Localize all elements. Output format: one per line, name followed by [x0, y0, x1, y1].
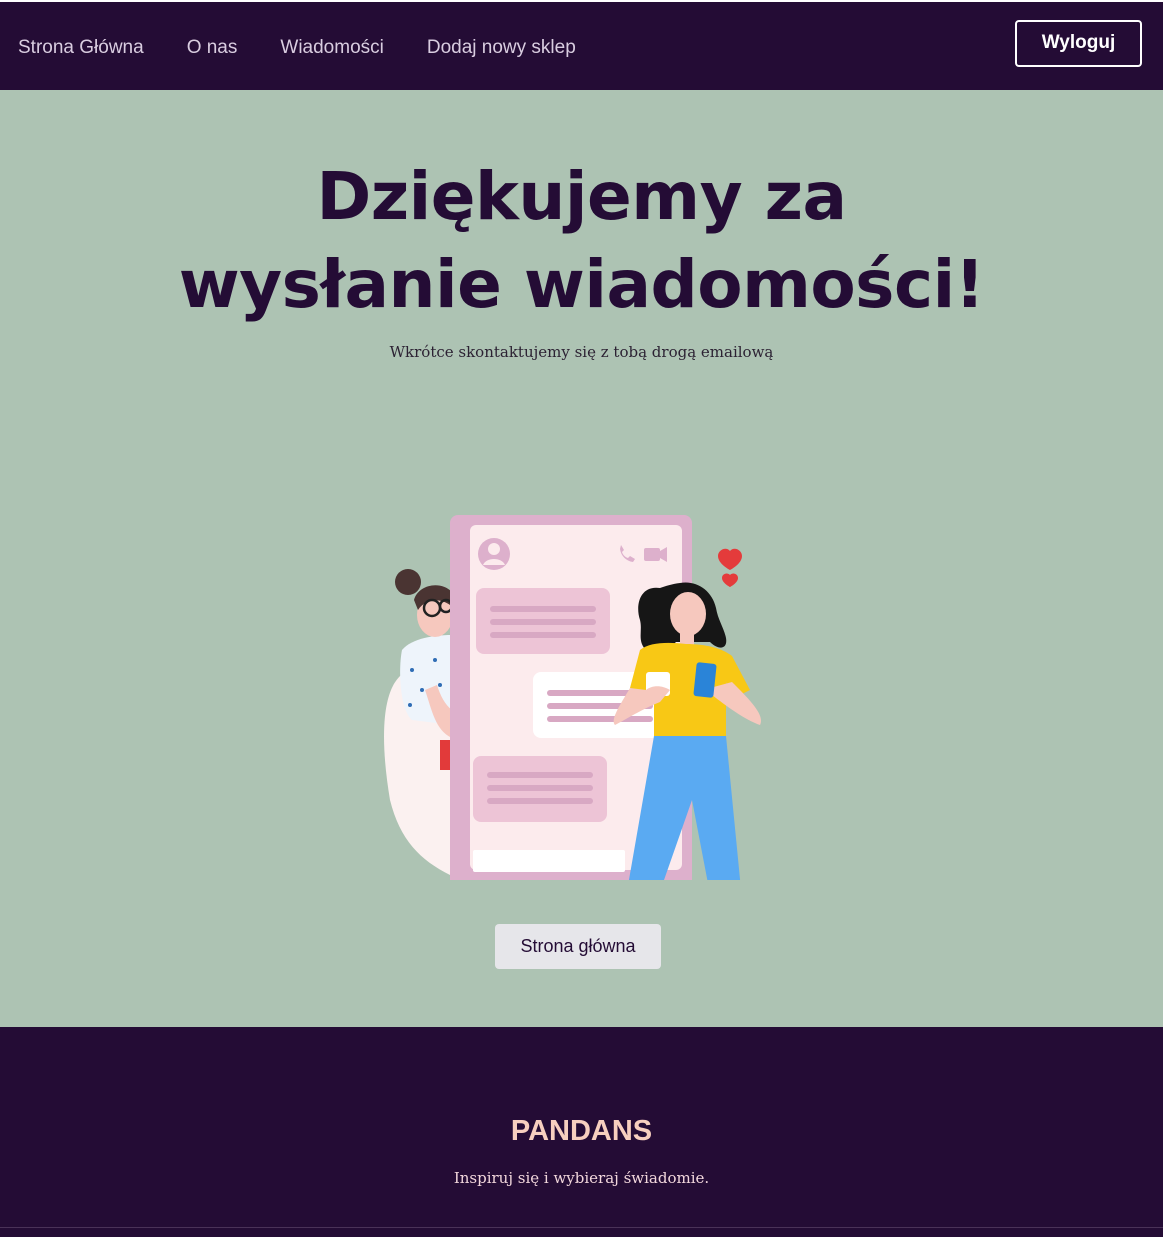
heart-icon-small — [722, 573, 738, 587]
footer-tagline: Inspiruj się i wybieraj świadomie. — [453, 1169, 710, 1187]
nav-links: Strona Główna O nas Wiadomości Dodaj now… — [18, 37, 619, 59]
messaging-illustration — [384, 515, 761, 880]
nav-link-home[interactable]: Strona Główna — [18, 37, 144, 59]
nav-link-messages[interactable]: Wiadomości — [280, 37, 383, 59]
nav-link-about[interactable]: O nas — [187, 37, 238, 59]
page-subtitle: Wkrótce skontaktujemy się z tobą drogą e… — [389, 343, 774, 361]
footer-brand: PANDANS — [510, 1115, 653, 1147]
footer-divider — [0, 1227, 1163, 1228]
site-footer: PANDANS Inspiruj się i wybieraj świadomi… — [0, 1027, 1163, 1237]
page-title: Dziękujemy za wysłanie wiadomości! — [178, 158, 985, 323]
top-navbar: Strona Główna O nas Wiadomości Dodaj now… — [0, 2, 1163, 90]
nav-link-add-shop[interactable]: Dodaj nowy sklep — [427, 37, 576, 59]
right-woman-face — [670, 592, 706, 636]
message-input-bar — [473, 850, 625, 872]
home-button[interactable]: Strona główna — [495, 924, 661, 969]
thank-you-hero: Dziękujemy za wysłanie wiadomości! Wkrót… — [0, 90, 1163, 1027]
left-woman-hair-bun — [395, 569, 421, 595]
logout-button[interactable]: Wyloguj — [1015, 19, 1142, 67]
hand-phone — [693, 662, 717, 698]
heart-icon-large — [718, 548, 742, 570]
video-icon — [644, 548, 660, 561]
